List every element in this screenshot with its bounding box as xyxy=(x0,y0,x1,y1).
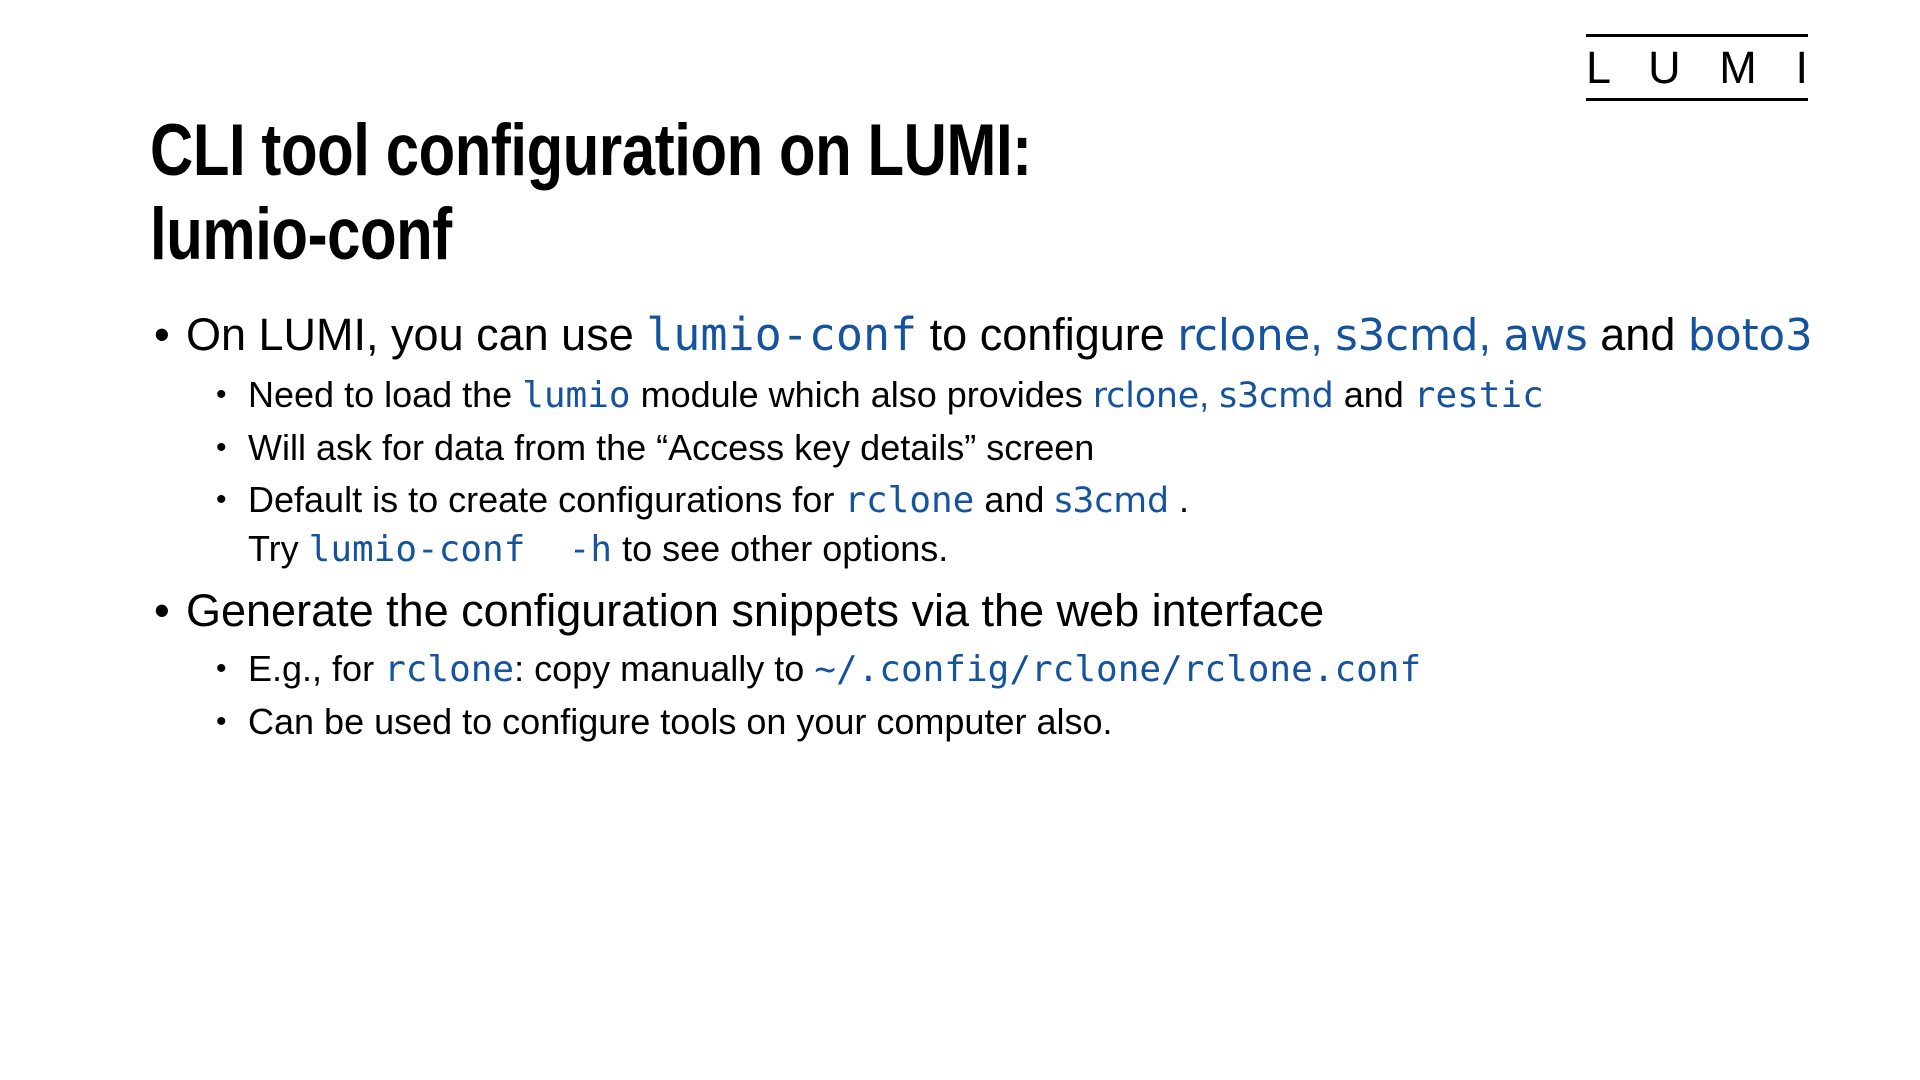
bullet-marker-icon: • xyxy=(216,705,227,738)
slide-title: CLI tool configuration on LUMI: lumio-co… xyxy=(150,109,1032,275)
accent-punctuation: , xyxy=(1478,309,1504,360)
text-run: . xyxy=(1179,479,1190,520)
text-run: Need to load the xyxy=(248,374,523,415)
code-span: ~/.config/rclone/rclone.conf xyxy=(814,649,1422,690)
bullet-marker-icon: • xyxy=(216,378,227,411)
text-run: On LUMI, you can use xyxy=(186,309,647,360)
code-span: lumio-conf -h xyxy=(308,529,613,570)
text-run: to see other options. xyxy=(612,528,949,569)
text-run: Try xyxy=(248,528,309,569)
code-span: rclone xyxy=(1177,311,1311,361)
text-run: Will ask for data from the “Access key d… xyxy=(248,427,1095,468)
code-span: boto3 xyxy=(1687,311,1813,361)
bullet-default-configurations: • Default is to create configurations for… xyxy=(210,476,1840,574)
code-span: rclone xyxy=(1092,376,1200,416)
text-run: and xyxy=(1587,309,1688,360)
logo-wordmark: L U M I xyxy=(1586,42,1808,93)
code-span: lumio-conf xyxy=(646,308,918,361)
code-span: s3cmd xyxy=(1054,481,1169,521)
text-run: to configure xyxy=(917,309,1178,360)
bullet-marker-icon: • xyxy=(154,309,170,360)
bullet-text: On LUMI, you can use lumio-conf to confi… xyxy=(186,308,1813,361)
text-run: Can be used to configure tools on your c… xyxy=(248,701,1113,742)
lumi-logo: L U M I xyxy=(1586,34,1808,101)
bullet-marker-icon: • xyxy=(154,585,170,636)
bullet-text: Default is to create configurations for … xyxy=(248,479,1190,570)
bullet-generate-snippets: • Generate the configuration snippets via… xyxy=(150,582,1840,639)
bullet-marker-icon: • xyxy=(216,431,227,464)
text-run: and xyxy=(1333,374,1414,415)
logo-rule-bottom xyxy=(1586,98,1808,101)
bullet-list-level-1: • On LUMI, you can use lumio-conf to conf… xyxy=(150,306,1840,574)
accent-punctuation: , xyxy=(1310,309,1336,360)
bullet-access-key-details: • Will ask for data from the “Access key … xyxy=(210,424,1840,472)
logo-rule-top xyxy=(1586,34,1808,37)
bullet-list-level-2: • E.g., for rclone: copy manually to ~/.c… xyxy=(150,645,1840,746)
code-span: s3cmd xyxy=(1335,311,1479,361)
bullet-rclone-copy-path: • E.g., for rclone: copy manually to ~/.c… xyxy=(210,645,1840,694)
bullet-text: Need to load the lumio module which also… xyxy=(248,374,1544,416)
bullet-list-level-2: • Need to load the lumio module which als… xyxy=(150,371,1840,574)
code-span: restic xyxy=(1413,375,1544,416)
text-run: E.g., for xyxy=(248,648,385,689)
slide: L U M I CLI tool configuration on LUMI: … xyxy=(0,0,1920,1080)
accent-punctuation: , xyxy=(1199,374,1220,415)
bullet-marker-icon: • xyxy=(216,483,227,516)
slide-body: • On LUMI, you can use lumio-conf to conf… xyxy=(150,306,1840,754)
code-span: aws xyxy=(1503,311,1588,361)
bullet-text: Generate the configuration snippets via … xyxy=(186,585,1324,636)
code-span: s3cmd xyxy=(1219,376,1334,416)
bullet-marker-icon: • xyxy=(216,652,227,685)
code-span: rclone xyxy=(844,480,975,521)
text-run: and xyxy=(974,479,1055,520)
bullet-text: Can be used to configure tools on your c… xyxy=(248,701,1113,742)
text-run: module which also provides xyxy=(630,374,1093,415)
code-span: rclone xyxy=(384,649,515,690)
bullet-lumio-conf-intro: • On LUMI, you can use lumio-conf to conf… xyxy=(150,306,1840,365)
code-span: lumio xyxy=(522,375,631,416)
bullet-load-lumio-module: • Need to load the lumio module which als… xyxy=(210,371,1840,420)
bullet-text: Will ask for data from the “Access key d… xyxy=(248,427,1094,468)
text-run: : copy manually to xyxy=(514,648,815,689)
bullet-configure-own-computer: • Can be used to configure tools on your … xyxy=(210,698,1840,746)
bullet-list-level-1: • Generate the configuration snippets via… xyxy=(150,582,1840,746)
text-run: Generate the configuration snippets via … xyxy=(186,585,1325,636)
bullet-text: E.g., for rclone: copy manually to ~/.co… xyxy=(248,648,1422,690)
text-run: Default is to create configurations for xyxy=(248,479,845,520)
